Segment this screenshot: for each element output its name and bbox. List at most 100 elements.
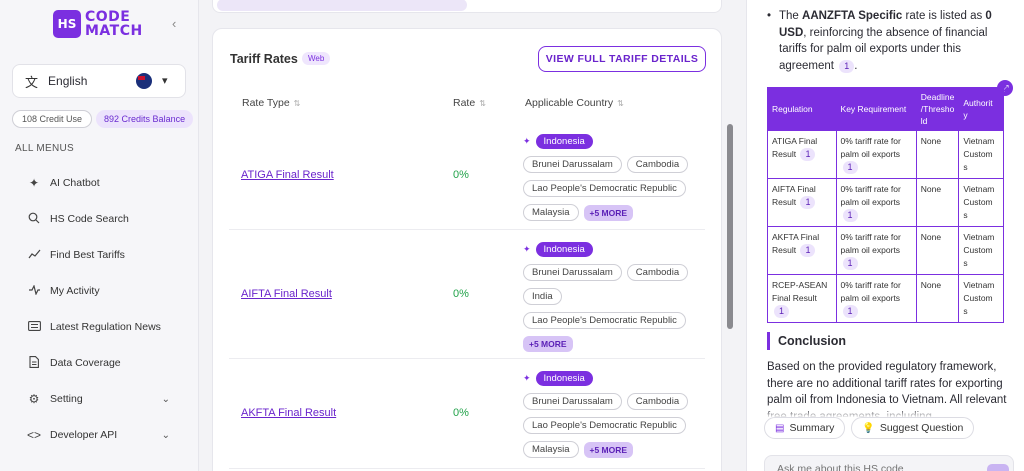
sidebar-item-find-best-tariffs[interactable]: Find Best Tariffs [14,237,190,273]
country-tag: India [523,288,562,305]
column-header-applicable-country[interactable]: Applicable Country ⇅ [525,97,624,109]
news-icon [24,320,44,334]
sidebar-item-setting[interactable]: ⚙ Setting ⌄ [14,381,190,417]
code-icon: <> [26,428,41,442]
progress-bar [217,0,467,11]
chat-input[interactable] [777,463,977,471]
citation-badge[interactable]: 1 [800,148,816,161]
sidebar-item-hs-code-search[interactable]: HS Code Search [14,201,190,237]
table-row: AIFTA Final Result 1 0% tariff rate for … [767,178,1004,227]
column-header-rate-type[interactable]: Rate Type ⇅ [242,97,300,109]
authority-cell: Vietnam Custom s [958,178,1004,227]
requirement-cell: 0% tariff rate for palm oil exports 1 [835,226,917,275]
more-countries-button[interactable]: +5 MORE [583,441,634,458]
sort-icon: ⇅ [479,99,486,108]
table-row: AKFTA Final Result 0% ✦ Indonesia Brunei… [229,359,705,469]
citation-badge[interactable]: 1 [842,305,858,318]
column-header: Regulation [767,87,837,131]
sidebar-item-ai-chatbot[interactable]: ✦ AI Chatbot [14,165,190,201]
language-selector[interactable]: 文 English ▾ [12,64,186,98]
requirement-cell: 0% tariff rate for palm oil exports 1 [835,130,917,179]
country-tag: Malaysia [523,204,579,221]
send-button[interactable] [987,464,1009,471]
country-list: ✦ Indonesia Brunei Darussalam Cambodia L… [523,371,703,465]
logo-mark: HS [53,10,81,38]
citation-badge[interactable]: 1 [842,161,858,174]
sidebar-item-latest-regulation-news[interactable]: Latest Regulation News [14,309,190,345]
citation-badge[interactable]: 1 [774,305,790,318]
rate-value: 0% [453,169,469,181]
tariff-rates-card: Tariff Rates Web VIEW FULL TARIFF DETAIL… [212,28,733,471]
sidebar-item-label: Developer API [50,429,118,441]
sidebar-item-label: Data Coverage [50,357,121,369]
deadline-cell: None [915,226,960,275]
logo-wordmark: CODE MATCH [85,10,143,38]
sidebar-item-label: Find Best Tariffs [50,249,125,261]
requirement-cell: 0% tariff rate for palm oil exports 1 [835,274,917,323]
chat-input-box [764,455,1014,471]
sidebar-menu: ✦ AI Chatbot HS Code Search Find Best Ta… [14,165,190,453]
logo-line1: CODE [85,9,131,25]
sort-icon: ⇅ [293,99,301,108]
lightbulb-icon: 💡 [862,422,875,434]
flag-icon [136,73,152,89]
table-row: AKFTA Final Result 1 0% tariff rate for … [767,226,1004,275]
column-header: Deadline /Thresho ld [915,87,960,131]
regulation-cell: ATIGA Final Result 1 [767,130,837,179]
country-tag: Cambodia [626,393,689,410]
rate-type-link[interactable]: ATIGA Final Result [241,169,334,181]
column-header-label: Rate Type [242,97,290,109]
suggest-question-button[interactable]: 💡 Suggest Question [851,417,975,439]
card-title: Tariff Rates [230,52,298,66]
trend-icon [24,248,44,262]
sidebar-item-my-activity[interactable]: My Activity [14,273,190,309]
more-countries-button[interactable]: +5 MORE [583,204,634,221]
logo[interactable]: HS CODE MATCH [53,10,143,38]
citation-badge[interactable]: 1 [842,257,858,270]
bullet-text: The [779,10,803,22]
country-tag: Lao People's Democratic Republic [523,180,686,197]
credit-balance-badge: 892 Credits Balance [96,110,194,128]
document-icon [24,355,44,371]
logo-line2: MATCH [85,23,143,39]
sidebar-item-developer-api[interactable]: <> Developer API ⌄ [14,417,190,453]
citation-badge[interactable]: 1 [842,209,858,222]
regulation-table: Regulation Key Requirement Deadline /Thr… [767,87,1004,323]
sidebar-item-data-coverage[interactable]: Data Coverage [14,345,190,381]
sparkle-icon: ✦ [523,244,531,254]
rate-type-link[interactable]: AKFTA Final Result [241,407,336,419]
citation-badge[interactable]: 1 [839,59,855,73]
rate-type-link[interactable]: AIFTA Final Result [241,288,332,300]
bullet-text: , reinforcing the absence of financial t… [779,26,988,72]
menus-heading: ALL MENUS [15,143,75,154]
more-countries-button[interactable]: +5 MORE [523,336,573,352]
bullet-bold: AANZFTA Specific [802,10,903,22]
chevron-down-icon: ▾ [162,75,168,87]
column-header-rate[interactable]: Rate ⇅ [453,97,486,109]
sidebar-item-label: Latest Regulation News [50,321,161,333]
chat-bullet: The AANZFTA Specific rate is listed as 0… [767,8,999,74]
requirement-cell: 0% tariff rate for palm oil exports 1 [835,178,917,227]
requirement-text: 0% tariff rate for palm oil exports [840,232,901,255]
sidebar-item-label: HS Code Search [50,213,129,225]
deadline-cell: None [915,178,960,227]
requirement-text: 0% tariff rate for palm oil exports [840,136,901,159]
sparkle-icon: ✦ [523,373,531,383]
citation-badge[interactable]: 1 [800,196,816,209]
rate-value: 0% [453,288,469,300]
collapse-sidebar-icon[interactable]: ‹ [172,16,176,31]
country-tag: Brunei Darussalam [523,156,622,173]
view-full-tariff-details-button[interactable]: VIEW FULL TARIFF DETAILS [538,46,706,72]
sidebar-item-label: AI Chatbot [50,177,100,189]
summary-button[interactable]: ▤ Summary [764,417,846,439]
scrollbar[interactable] [727,124,733,329]
translate-icon: 文 [25,74,39,90]
citation-badge[interactable]: 1 [800,244,816,257]
country-list: ✦ Indonesia Brunei Darussalam Cambodia I… [523,242,703,359]
table-row: RCEP-ASEAN Final Result 1 0% tariff rate… [767,274,1004,323]
sort-icon: ⇅ [617,99,624,108]
country-tag: Lao People's Democratic Republic [523,417,686,434]
deadline-cell: None [915,130,960,179]
country-tag: Cambodia [626,156,689,173]
main-content: Tariff Rates Web VIEW FULL TARIFF DETAIL… [199,0,746,471]
